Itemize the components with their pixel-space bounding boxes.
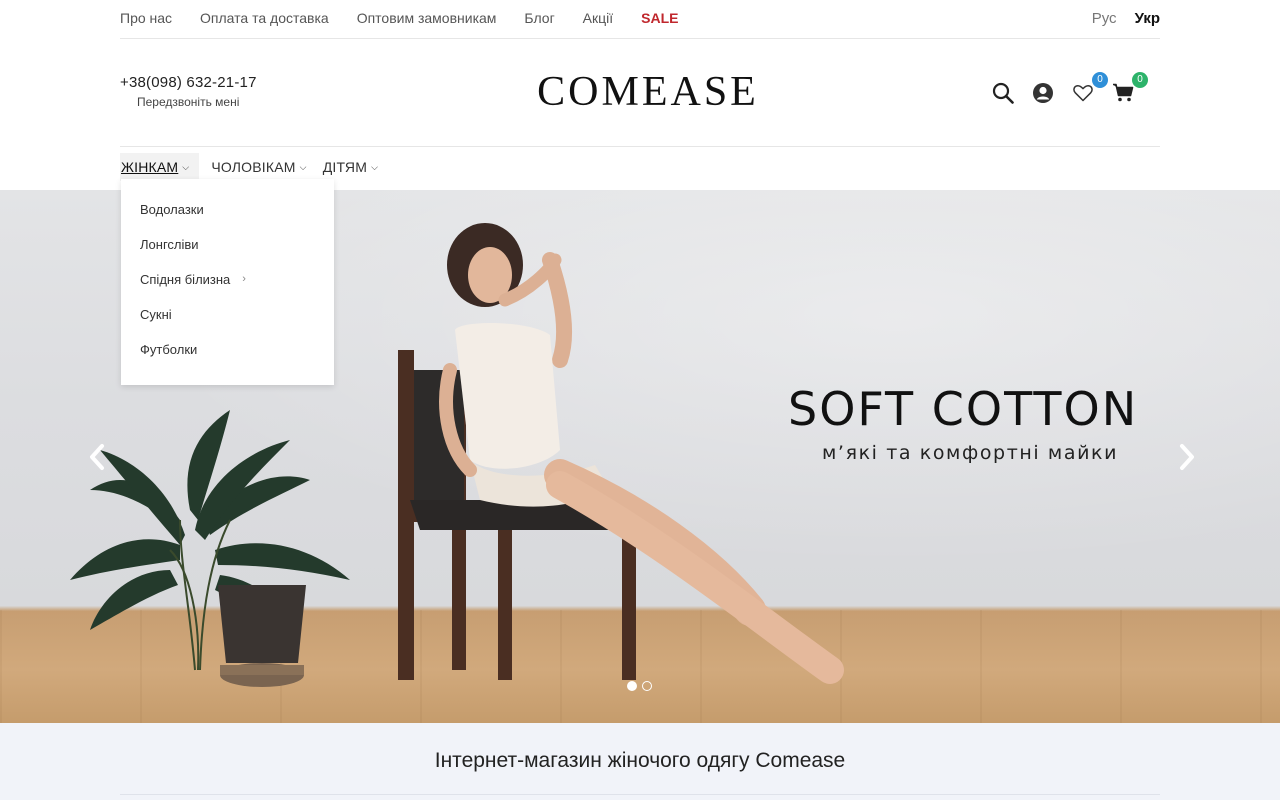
nav-item-men[interactable]: ЧОЛОВІКАМ ⌵ — [211, 153, 306, 181]
dropdown-item-dresses[interactable]: Сукні — [121, 306, 334, 341]
section-title: Інтернет-магазин жіночого одягу Comease — [434, 749, 846, 772]
top-link-sale[interactable]: SALE — [641, 9, 678, 27]
lang-ru[interactable]: Рус — [1092, 10, 1117, 27]
dropdown-item-underwear[interactable]: Спідня білизна › — [121, 271, 334, 306]
wishlist-button[interactable]: 0 — [1070, 72, 1108, 106]
wishlist-count-badge: 0 — [1092, 72, 1108, 88]
user-icon — [1033, 83, 1053, 103]
chevron-right-icon — [1180, 444, 1194, 470]
chevron-down-icon: ⌵ — [299, 161, 307, 172]
plant-pot — [218, 585, 306, 687]
slider-next-button[interactable] — [1174, 442, 1198, 472]
dropdown-item-tshirts[interactable]: Футболки — [121, 341, 334, 376]
slider-dots — [627, 681, 657, 691]
nav-item-label: ЖІНКАМ — [121, 159, 179, 175]
dropdown-item-label: Спідня білизна — [140, 272, 231, 287]
slider-dot-1[interactable] — [627, 681, 637, 691]
top-link-about[interactable]: Про нас — [120, 9, 172, 27]
dropdown-item-turtlenecks[interactable]: Водолазки — [121, 201, 334, 236]
dropdown-item-longsleeves[interactable]: Лонгсліви — [121, 236, 334, 271]
model-figure — [439, 223, 844, 684]
chevron-down-icon: ⌵ — [182, 161, 190, 172]
cart-button[interactable]: 0 — [1110, 72, 1148, 106]
hero-subtitle: м’які та комфортні майки — [822, 442, 1119, 464]
slider-dot-2[interactable] — [642, 681, 652, 691]
cart-icon — [1113, 83, 1134, 102]
plant-illustration — [70, 410, 350, 671]
contact-block: +38(098) 632-21-17 Передзвоніть мені — [120, 74, 257, 109]
nav-item-kids[interactable]: ДІТЯМ ⌵ — [323, 153, 378, 181]
header-icons: 0 0 — [990, 72, 1150, 106]
top-link-promotions[interactable]: Акції — [583, 9, 613, 27]
nav-item-label: ДІТЯМ — [322, 159, 368, 175]
language-switcher: Рус Укр — [1074, 10, 1160, 27]
search-button[interactable] — [990, 80, 1016, 106]
top-nav: Про нас Оплата та доставка Оптовим замов… — [120, 9, 707, 27]
section-divider — [120, 794, 1160, 795]
chevron-left-icon — [90, 444, 104, 470]
account-button[interactable] — [1030, 80, 1056, 106]
callback-link[interactable]: Передзвоніть мені — [137, 95, 257, 109]
dropdown-item-label: Водолазки — [140, 202, 204, 217]
dropdown-item-label: Сукні — [140, 307, 172, 322]
nav-item-women[interactable]: ЖІНКАМ ⌵ — [120, 153, 200, 181]
top-link-wholesale[interactable]: Оптовим замовникам — [357, 9, 497, 27]
top-link-blog[interactable]: Блог — [524, 9, 554, 27]
cart-count-badge: 0 — [1132, 72, 1148, 88]
top-link-payment-delivery[interactable]: Оплата та доставка — [200, 9, 329, 27]
phone-number[interactable]: +38(098) 632-21-17 — [120, 74, 257, 91]
search-icon — [992, 82, 1014, 104]
hero-title: SOFT COTTON — [788, 382, 1139, 436]
logo[interactable]: COMEASE — [528, 68, 768, 116]
heart-icon — [1073, 84, 1093, 102]
slider-prev-button[interactable] — [86, 442, 110, 472]
main-nav: ЖІНКАМ ⌵ ЧОЛОВІКАМ ⌵ ДІТЯМ ⌵ — [120, 153, 394, 181]
chevron-down-icon: ⌵ — [371, 161, 379, 172]
intro-section: Інтернет-магазин жіночого одягу Comease — [0, 723, 1280, 800]
women-dropdown-menu: Водолазки Лонгсліви Спідня білизна › Сук… — [121, 179, 334, 385]
top-bar: Про нас Оплата та доставка Оптовим замов… — [120, 0, 1160, 39]
dropdown-item-label: Футболки — [140, 342, 198, 357]
chevron-right-icon: › — [242, 273, 246, 285]
nav-item-label: ЧОЛОВІКАМ — [211, 159, 296, 175]
header-divider — [120, 146, 1160, 147]
lang-uk[interactable]: Укр — [1135, 10, 1160, 27]
dropdown-item-label: Лонгсліви — [140, 237, 199, 252]
